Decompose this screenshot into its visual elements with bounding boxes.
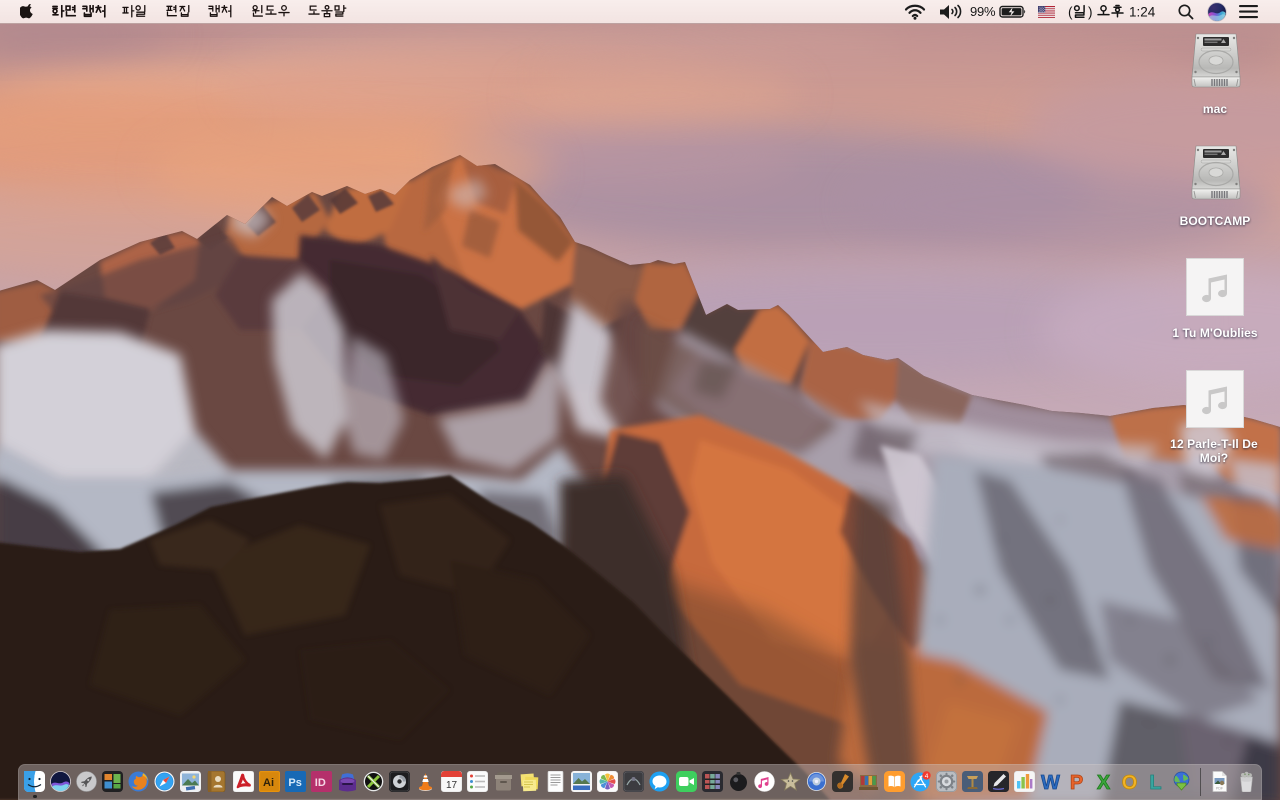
svg-text:P: P	[1070, 772, 1083, 792]
svg-text:O: O	[1121, 772, 1137, 792]
svg-text:17: 17	[446, 780, 458, 791]
svg-text:ID: ID	[314, 777, 325, 789]
svg-text:X: X	[1096, 772, 1110, 792]
svg-text:Ai: Ai	[263, 777, 274, 789]
svg-text:): )	[1088, 5, 1093, 20]
svg-text:Ps: Ps	[288, 777, 301, 789]
svg-text:L: L	[1149, 772, 1161, 792]
svg-text:1:24: 1:24	[1129, 5, 1156, 20]
svg-text:W: W	[1041, 772, 1060, 792]
svg-text:4: 4	[925, 773, 929, 780]
svg-text:PDF: PDF	[1216, 787, 1223, 791]
svg-text:(: (	[1068, 5, 1073, 20]
